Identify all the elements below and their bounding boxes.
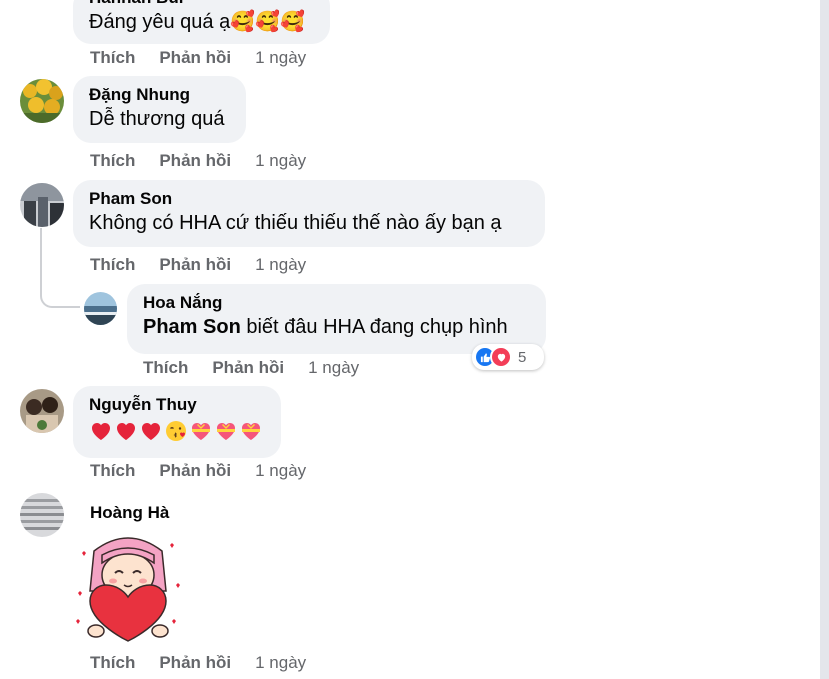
reply-link[interactable]: Phản hồi [159,255,231,274]
reply-thread-connector [40,228,80,308]
reply-link[interactable]: Phản hồi [159,151,231,170]
red-heart-icon [92,423,110,440]
comment-time[interactable]: 1 ngày [255,653,306,672]
comment-author[interactable]: Nguyễn Thuy [89,394,267,415]
love-reaction-icon [490,346,512,368]
avatar[interactable] [84,292,117,325]
reply-link[interactable]: Phản hồi [159,48,231,67]
comment-time[interactable]: 1 ngày [255,461,306,480]
reply-text-body: biết đâu HHA đang chụp hình [246,316,508,338]
comment-bubble: Đặng Nhung Dễ thương quá [73,76,246,143]
like-link[interactable]: Thích [90,151,135,170]
reply-author[interactable]: Hoa Nắng [143,292,532,313]
like-link[interactable]: Thích [90,255,135,274]
comment-actions: Thích Phản hồi 1 ngày [90,653,306,673]
comment-bubble: Nguyễn Thuy [73,386,281,458]
avatar[interactable] [20,389,64,433]
comment-author[interactable]: Đặng Nhung [89,84,232,105]
mention-link[interactable]: Pham Son [143,316,241,338]
comment-text: Dễ thương quá [89,108,225,130]
reaction-count: 5 [518,348,527,366]
heart-with-ribbon-icon [192,423,210,440]
comment-bubble: Pham Son Không có HHA cứ thiếu thiếu thế… [73,180,545,247]
reply-time[interactable]: 1 ngày [308,358,359,377]
reply-link[interactable]: Phản hồi [159,461,231,480]
comment-time[interactable]: 1 ngày [255,151,306,170]
comment-author[interactable]: Pham Son [89,188,531,209]
comment-author[interactable]: Hoàng Hà [90,502,169,523]
comment-text: Không có HHA cứ thiếu thiếu thế nào ấy b… [89,212,502,234]
avatar[interactable] [20,183,64,227]
like-link[interactable]: Thích [90,653,135,672]
comment-actions: Thích Phản hồi 1 ngày [90,255,306,275]
comment-time[interactable]: 1 ngày [255,255,306,274]
red-heart-icon [117,423,135,440]
like-link[interactable]: Thích [90,461,135,480]
reply-actions: Thích Phản hồi 1 ngày [143,358,359,378]
comment-time[interactable]: 1 ngày [255,48,306,67]
heart-with-ribbon-icon [242,423,260,440]
reply-text: Pham Son biết đâu HHA đang chụp hình [143,314,532,340]
comment-bubble: Hannah Bui Đáng yêu quá ạ🥰🥰🥰 [73,0,330,44]
like-link[interactable]: Thích [90,48,135,67]
comment-actions: Thích Phản hồi 1 ngày [90,461,306,481]
red-heart-icon [142,423,160,440]
scrollbar-track[interactable] [820,0,829,679]
girl-hugging-heart-sticker[interactable] [72,533,184,645]
avatar[interactable] [20,79,64,123]
comment-author[interactable]: Hannah Bui [89,0,316,8]
emoji-row [89,419,267,443]
kissing-face-icon [166,421,186,441]
reaction-summary[interactable]: 5 [472,344,544,370]
like-link[interactable]: Thích [143,358,188,377]
avatar[interactable] [20,493,64,537]
reply-link[interactable]: Phản hồi [212,358,284,377]
comment-text: Đáng yêu quá ạ🥰🥰🥰 [89,11,305,33]
comment-actions: Thích Phản hồi 1 ngày [90,48,306,68]
heart-with-ribbon-icon [217,423,235,440]
comment-actions: Thích Phản hồi 1 ngày [90,151,306,171]
reply-link[interactable]: Phản hồi [159,653,231,672]
